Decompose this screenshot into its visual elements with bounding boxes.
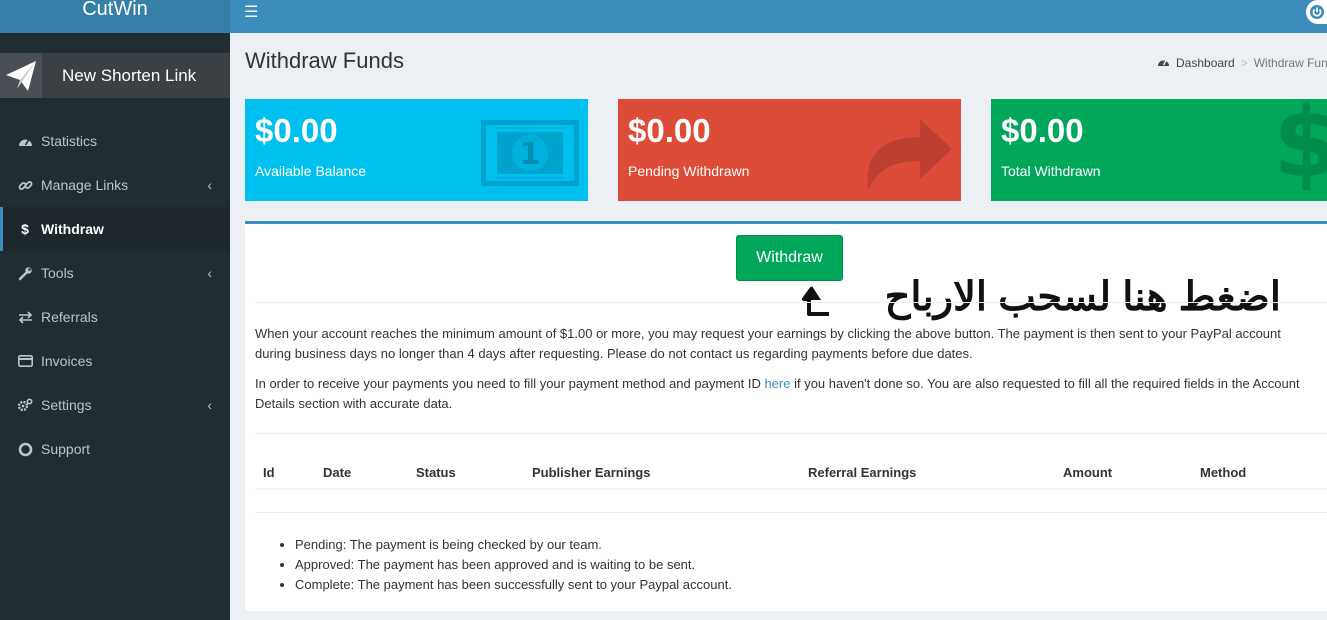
tachometer-icon	[1157, 56, 1170, 70]
app-logo[interactable]: CutWin	[0, 0, 230, 33]
sidebar-menu: Statistics Manage Links ‹ $ Withdraw Too…	[0, 119, 230, 471]
sidebar-item-invoices[interactable]: Invoices	[0, 339, 230, 383]
payment-info-text-part: In order to receive your payments you ne…	[255, 376, 765, 391]
sidebar-item-label: Support	[41, 441, 91, 457]
col-date: Date	[323, 465, 352, 480]
col-referral-earnings: Referral Earnings	[808, 465, 917, 480]
stat-box-available-balance: 1 $0.00 Available Balance	[245, 99, 588, 201]
withdraw-info-text: When your account reaches the minimum am…	[255, 326, 1281, 361]
money-icon: 1	[481, 120, 579, 186]
sidebar-item-manage-links[interactable]: Manage Links ‹	[0, 163, 230, 207]
handwritten-annotation: اضغط هنا لسحب الارباح	[884, 275, 1281, 319]
credit-card-icon	[17, 353, 33, 369]
stat-label: Available Balance	[255, 163, 367, 179]
breadcrumb-dashboard-link[interactable]: Dashboard	[1176, 56, 1235, 70]
exchange-icon	[17, 309, 33, 325]
stat-label: Total Withdrawn	[1001, 163, 1101, 179]
list-item: Approved: The payment has been approved …	[295, 555, 732, 575]
list-item: Pending: The payment is being checked by…	[295, 535, 732, 555]
col-id: Id	[263, 465, 275, 480]
payment-info-text: In order to receive your payments you ne…	[255, 374, 1317, 414]
sidebar-item-label: Settings	[41, 397, 92, 413]
stat-box-pending-withdrawn: $0.00 Pending Withdrawn	[618, 99, 961, 201]
stat-value: $0.00	[1001, 112, 1084, 149]
sidebar-item-referrals[interactable]: Referrals	[0, 295, 230, 339]
col-status: Status	[416, 465, 456, 480]
breadcrumb-current: Withdraw Fund	[1253, 56, 1327, 70]
sidebar-item-statistics[interactable]: Statistics	[0, 119, 230, 163]
sidebar-item-settings[interactable]: Settings ‹	[0, 383, 230, 427]
svg-text:1: 1	[520, 137, 541, 172]
divider	[255, 302, 1327, 303]
breadcrumb: Dashboard > Withdraw Fund	[1157, 56, 1327, 70]
gears-icon	[17, 397, 33, 413]
dollar-icon: $	[1273, 99, 1327, 199]
stat-value: $0.00	[255, 112, 338, 149]
col-publisher-earnings: Publisher Earnings	[532, 465, 651, 480]
new-shorten-link-button[interactable]: New Shorten Link	[0, 53, 230, 98]
top-navbar: ☰	[230, 0, 1327, 33]
new-shorten-link-label: New Shorten Link	[62, 65, 197, 85]
withdraw-panel: Withdraw اضغط هنا لسحب الارباح When your…	[245, 221, 1327, 611]
sidebar: CutWin New Shorten Link Statistics Manag…	[0, 0, 230, 620]
chevron-left-icon: ‹	[207, 397, 212, 413]
payment-settings-link[interactable]: here	[764, 376, 790, 391]
link-icon	[17, 177, 33, 193]
life-ring-icon	[17, 441, 33, 457]
chevron-left-icon: ‹	[207, 177, 212, 193]
menu-toggle-icon[interactable]: ☰	[244, 2, 258, 22]
sidebar-item-label: Referrals	[41, 309, 98, 325]
dashboard-icon	[17, 133, 33, 149]
stat-value: $0.00	[628, 112, 711, 149]
list-item: Complete: The payment has been successfu…	[295, 575, 732, 595]
page-title: Withdraw Funds	[245, 48, 404, 73]
sidebar-item-support[interactable]: Support	[0, 427, 230, 471]
sidebar-item-label: Invoices	[41, 353, 93, 369]
divider	[255, 512, 1327, 513]
sidebar-item-label: Manage Links	[41, 177, 129, 193]
chevron-left-icon: ‹	[207, 265, 212, 281]
dollar-icon: $	[21, 221, 29, 237]
breadcrumb-separator: >	[1240, 56, 1248, 70]
col-amount: Amount	[1063, 465, 1113, 480]
power-icon[interactable]	[1306, 0, 1327, 24]
status-notes-list: Pending: The payment is being checked by…	[295, 535, 732, 595]
withdrawals-table-header: Id Date Status Publisher Earnings Referr…	[255, 454, 1327, 490]
divider	[255, 433, 1327, 434]
paper-plane-icon	[0, 53, 42, 98]
sidebar-item-withdraw[interactable]: $ Withdraw	[0, 207, 230, 251]
stat-label: Pending Withdrawn	[628, 163, 750, 179]
stat-box-total-withdrawn: $ $0.00 Total Withdrawn	[991, 99, 1327, 201]
sidebar-item-label: Statistics	[41, 133, 98, 149]
col-method: Method	[1200, 465, 1247, 480]
sidebar-item-label: Withdraw	[41, 221, 104, 237]
share-arrow-icon	[867, 119, 952, 189]
sidebar-item-label: Tools	[41, 265, 74, 281]
sidebar-item-tools[interactable]: Tools ‹	[0, 251, 230, 295]
withdraw-button[interactable]: Withdraw	[736, 235, 843, 281]
wrench-icon	[17, 265, 33, 281]
